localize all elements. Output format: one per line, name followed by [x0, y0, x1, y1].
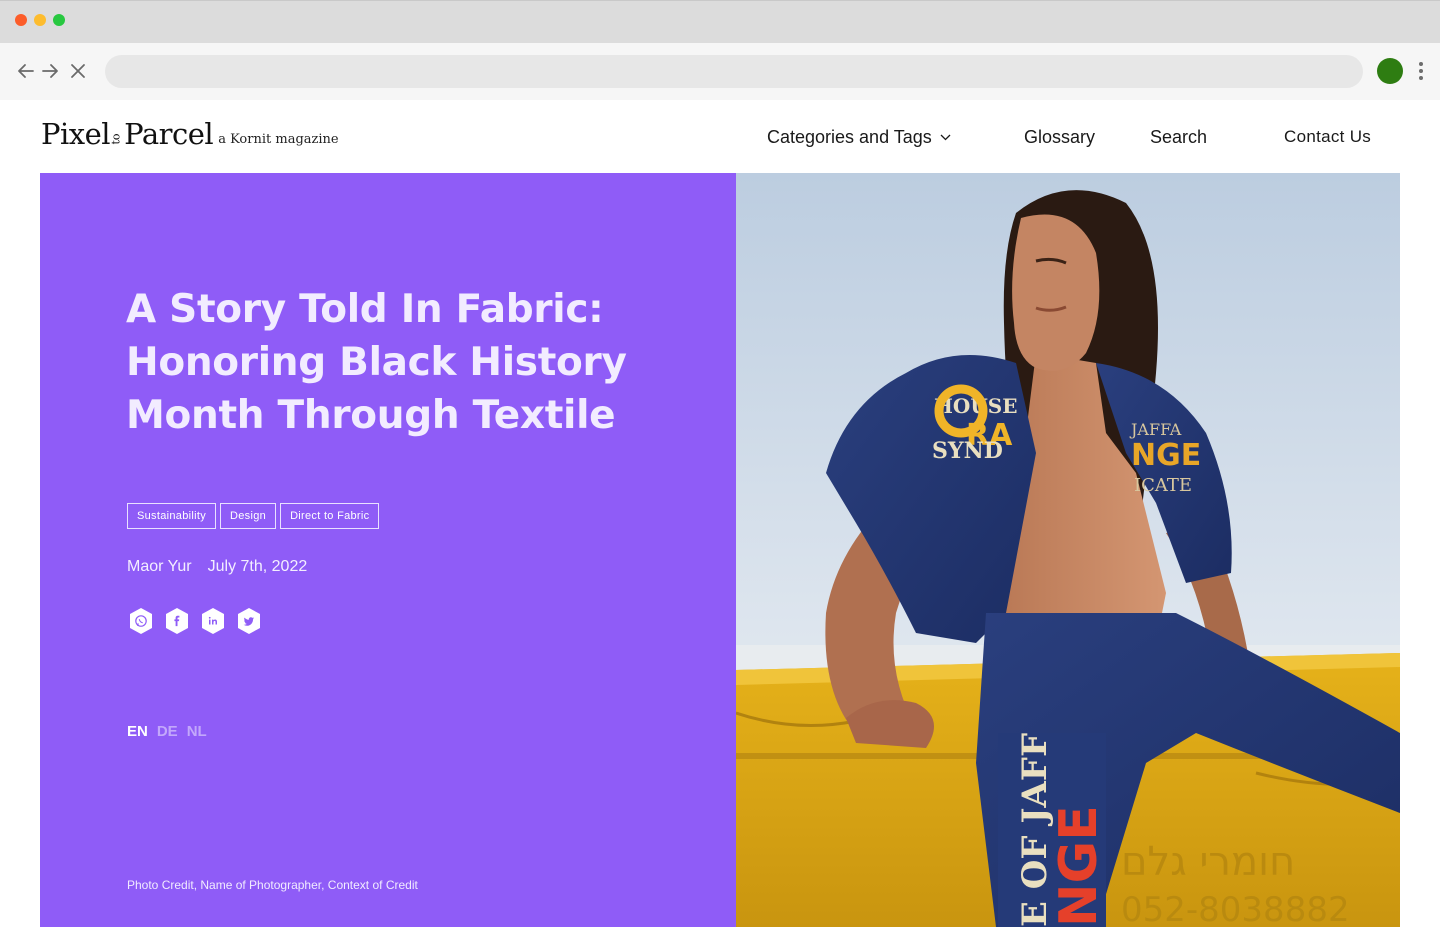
site-logo[interactable]: Pixel to Parcel a Kornit magazine — [41, 117, 339, 151]
back-button[interactable] — [14, 59, 38, 83]
twitter-icon — [238, 608, 260, 634]
nav-contact-us[interactable]: Contact Us — [1284, 124, 1371, 150]
share-whatsapp-button[interactable] — [127, 607, 155, 635]
address-bar[interactable] — [105, 55, 1363, 88]
close-icon — [71, 64, 85, 78]
logo-word-parcel: Parcel — [124, 117, 214, 151]
tag-list: Sustainability Design Direct to Fabric — [127, 503, 380, 529]
browser-titlebar — [0, 0, 1440, 43]
menu-dot — [1419, 62, 1423, 66]
facebook-icon — [166, 608, 188, 634]
shirt-text-nge: NGE — [1131, 438, 1201, 473]
shirt-text-jaffa: JAFFA — [1129, 420, 1182, 439]
nav-search[interactable]: Search — [1150, 124, 1207, 150]
nav-categories-and-tags[interactable]: Categories and Tags — [767, 124, 951, 150]
lang-de[interactable]: DE — [157, 723, 178, 740]
whatsapp-icon — [130, 608, 152, 634]
window-maximize-button[interactable] — [53, 14, 65, 26]
site-header: Pixel to Parcel a Kornit magazine Catego… — [0, 100, 1440, 173]
tag-sustainability[interactable]: Sustainability — [127, 503, 217, 529]
face — [1012, 214, 1100, 371]
share-twitter-button[interactable] — [235, 607, 263, 635]
logo-connector: to — [109, 133, 123, 145]
share-buttons — [127, 607, 263, 635]
tag-design[interactable]: Design — [220, 503, 277, 529]
logo-tagline: a Kornit magazine — [218, 132, 339, 147]
hero-illustration: חומרי גלם 052-8038882 HOUSE RA SYND JAFF… — [736, 173, 1400, 927]
stop-loading-button[interactable] — [66, 59, 90, 83]
logo-word-pixel: Pixel — [41, 117, 111, 151]
shirt-text-synd: SYND — [932, 438, 1003, 464]
article-date: July 7th, 2022 — [207, 558, 308, 575]
article-author[interactable]: Maor Yur — [127, 558, 192, 576]
lang-en[interactable]: EN — [127, 723, 148, 740]
browser-toolbar — [0, 43, 1440, 100]
window-minimize-button[interactable] — [34, 14, 46, 26]
browser-menu-button[interactable] — [1414, 59, 1428, 83]
nav-categories-label: Categories and Tags — [767, 126, 932, 147]
shirt-text-icate: ICATE — [1134, 475, 1192, 496]
nav-glossary[interactable]: Glossary — [1024, 124, 1095, 150]
arrow-left-icon — [18, 64, 34, 78]
share-facebook-button[interactable] — [163, 607, 191, 635]
nav-search-label: Search — [1150, 126, 1208, 147]
pants-text-nge: NGE — [1049, 805, 1109, 927]
arrow-right-icon — [42, 64, 58, 78]
hero-photo: חומרי גלם 052-8038882 HOUSE RA SYND JAFF… — [736, 173, 1400, 927]
lang-nl[interactable]: NL — [187, 723, 207, 740]
container-text-phone: 052-8038882 — [1121, 890, 1350, 927]
menu-dot — [1419, 76, 1423, 80]
linkedin-icon — [202, 608, 224, 634]
hero-panel: A Story Told In Fabric: Honoring Black H… — [40, 173, 736, 927]
forward-button[interactable] — [38, 59, 62, 83]
menu-dot — [1419, 69, 1423, 73]
language-switcher: EN DE NL — [127, 723, 207, 740]
photo-credit: Photo Credit, Name of Photographer, Cont… — [127, 878, 418, 892]
profile-avatar[interactable] — [1377, 58, 1403, 84]
nav-contact-label: Contact Us — [1284, 127, 1372, 146]
tag-direct-to-fabric[interactable]: Direct to Fabric — [280, 503, 380, 529]
window-close-button[interactable] — [15, 14, 27, 26]
article-title: A Story Told In Fabric: Honoring Black H… — [126, 287, 627, 438]
article-meta: Maor Yur July 7th, 2022 — [127, 558, 307, 576]
chevron-down-icon — [940, 134, 951, 140]
container-text-hebrew: חומרי גלם — [1121, 839, 1295, 885]
nav-glossary-label: Glossary — [1024, 126, 1096, 147]
share-linkedin-button[interactable] — [199, 607, 227, 635]
